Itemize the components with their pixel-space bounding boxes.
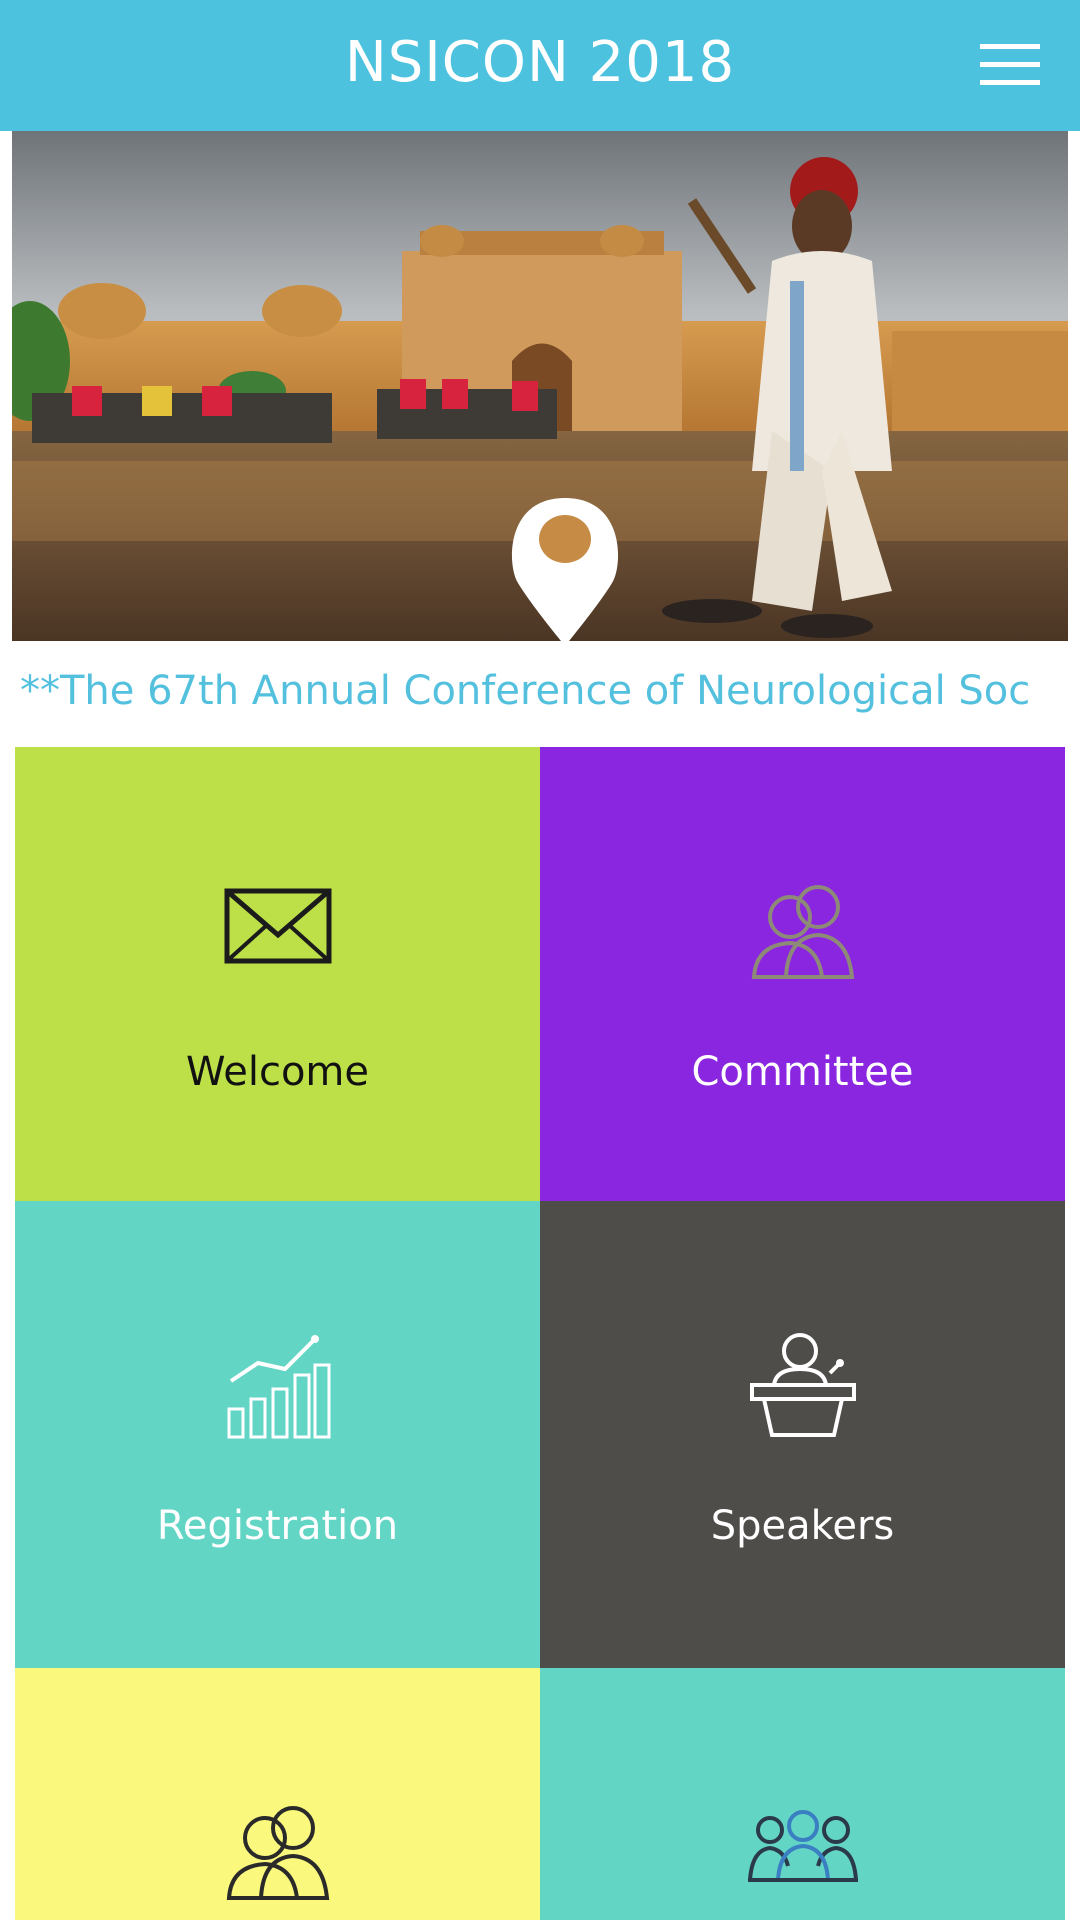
group-icon bbox=[540, 1808, 1065, 1918]
app-bar: NSICON 2018 bbox=[0, 0, 1080, 131]
app-title: NSICON 2018 bbox=[344, 30, 736, 95]
hamburger-menu-button[interactable] bbox=[980, 36, 1050, 96]
tile-registration[interactable]: Registration bbox=[15, 1201, 540, 1668]
jaipur-fort-photo bbox=[12, 131, 1068, 641]
people-icon bbox=[15, 1798, 540, 1908]
tile-speakers[interactable]: Speakers bbox=[540, 1201, 1065, 1668]
tile-speakers-label: Speakers bbox=[710, 1503, 895, 1549]
menu-bar-line bbox=[980, 44, 1040, 49]
people-icon bbox=[540, 877, 1065, 987]
speaker-podium-icon bbox=[540, 1329, 1065, 1439]
tile-committee[interactable]: Committee bbox=[540, 747, 1065, 1201]
tile-registration-label: Registration bbox=[156, 1503, 399, 1549]
tile-committee-label: Committee bbox=[691, 1049, 914, 1095]
tile-row3-left[interactable] bbox=[15, 1668, 540, 1920]
hero-banner-image bbox=[12, 131, 1068, 641]
menu-bar-line bbox=[980, 80, 1040, 85]
news-ticker: **The 67th Annual Conference of Neurolog… bbox=[0, 660, 1080, 730]
tile-welcome-label: Welcome bbox=[186, 1049, 369, 1095]
menu-bar-line bbox=[980, 62, 1040, 67]
ticker-text: **The 67th Annual Conference of Neurolog… bbox=[20, 668, 1031, 714]
tile-row3-right[interactable] bbox=[540, 1668, 1065, 1920]
envelope-icon bbox=[15, 887, 540, 997]
growth-chart-icon bbox=[15, 1329, 540, 1439]
tile-welcome[interactable]: Welcome bbox=[15, 747, 540, 1201]
